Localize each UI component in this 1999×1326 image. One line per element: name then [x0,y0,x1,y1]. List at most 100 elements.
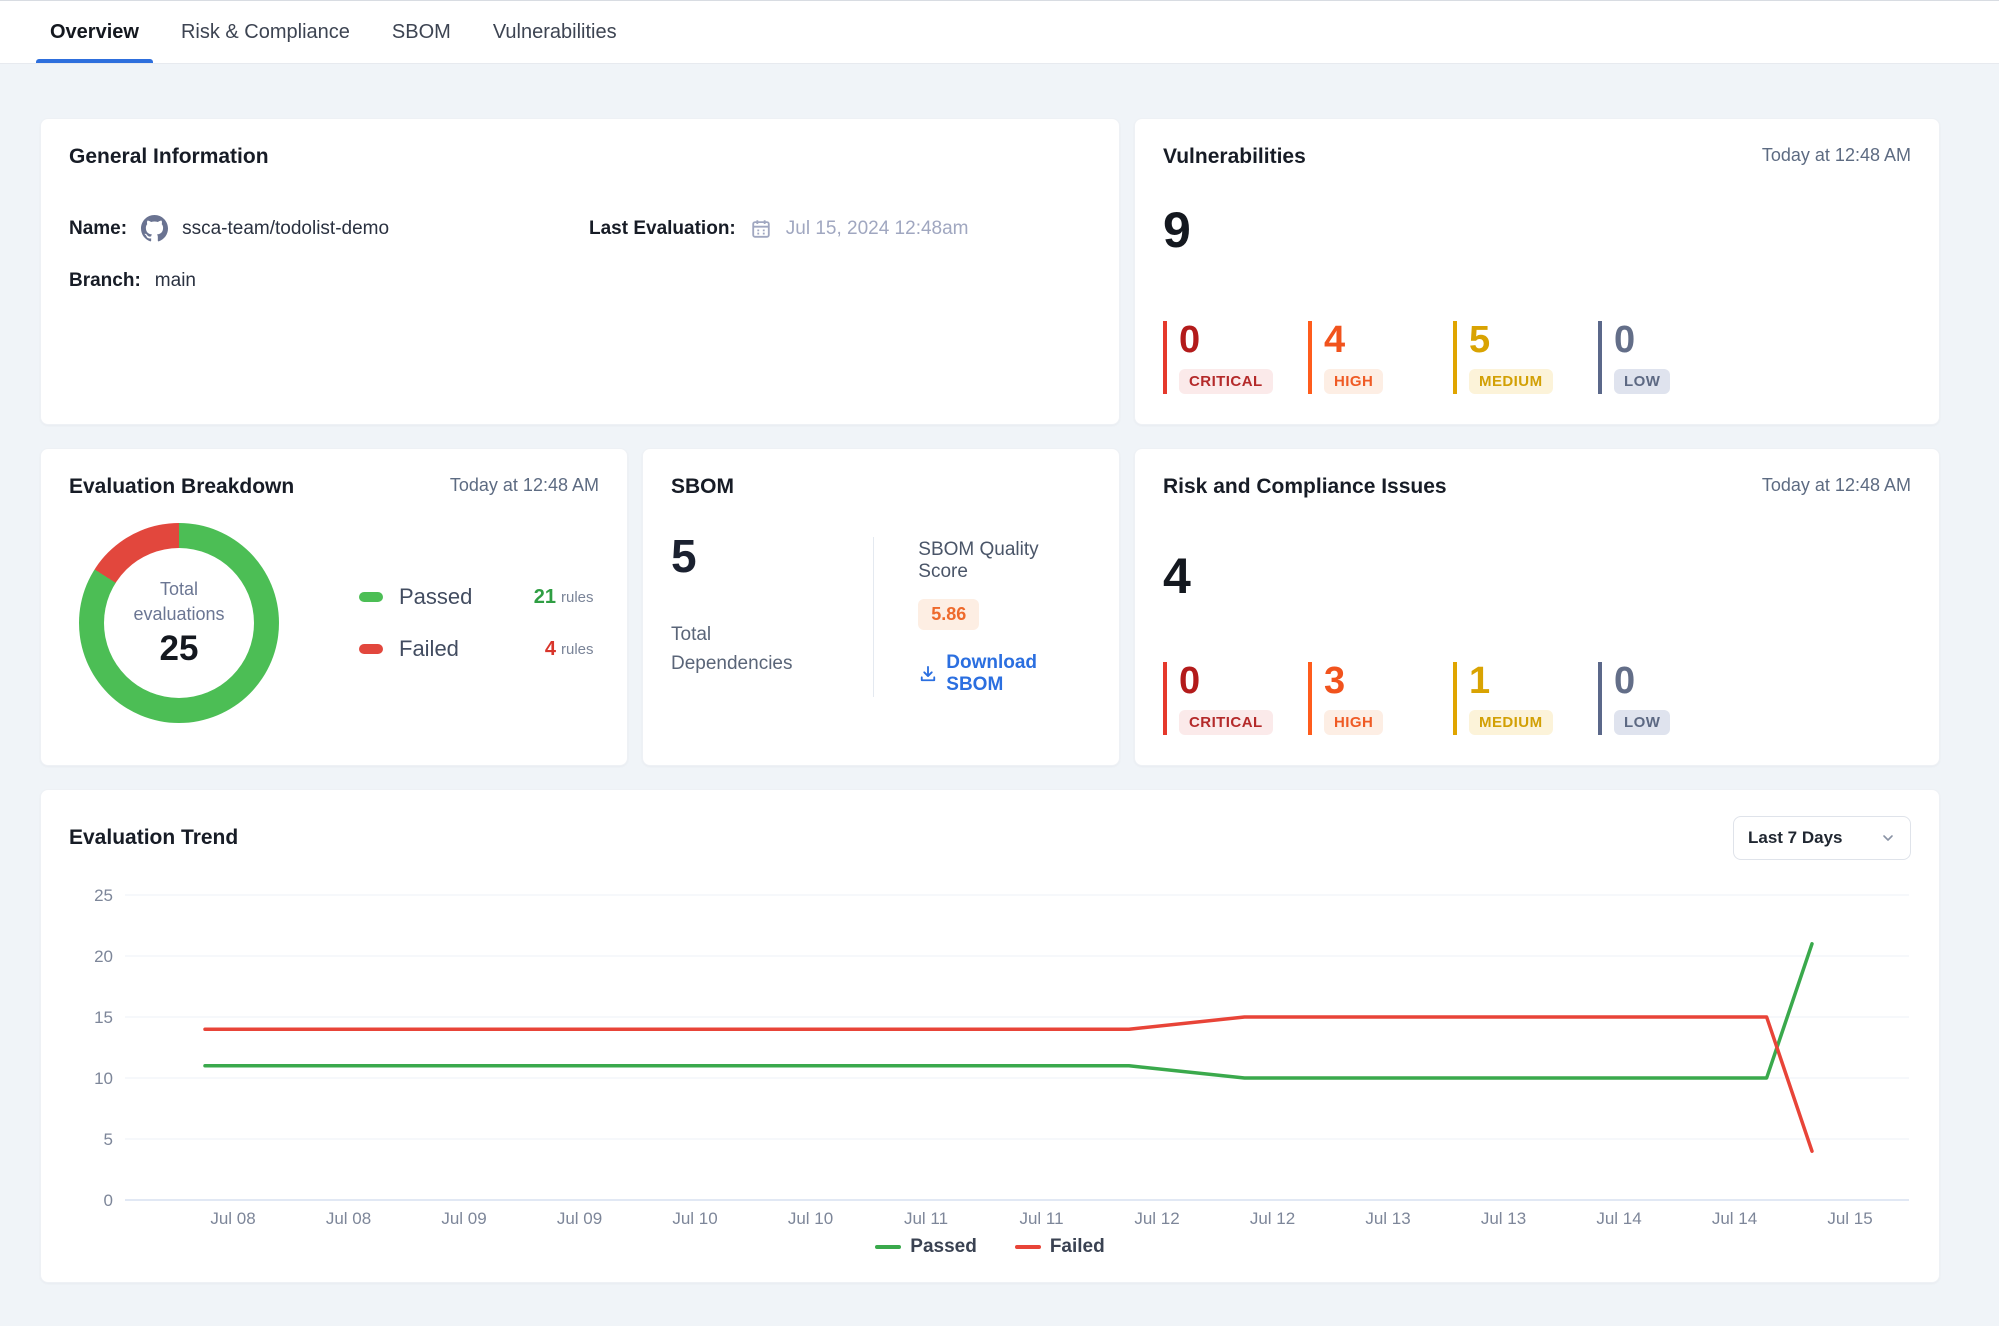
failed-line-icon [1015,1245,1041,1249]
svg-text:10: 10 [94,1069,113,1088]
severity-count: 0 [1179,662,1200,702]
svg-text:0: 0 [104,1191,113,1210]
tab-label: SBOM [392,21,451,44]
severity-badge: LOW [1614,710,1670,735]
legend-row-passed: Passed 21 rules [359,584,599,610]
card-title: Evaluation Trend [69,826,238,850]
tab-label: Risk & Compliance [181,21,350,44]
card-title: Risk and Compliance Issues [1163,475,1447,499]
trend-legend-label: Failed [1050,1236,1105,1258]
trend-legend: Passed Failed [69,1236,1911,1258]
trend-legend-item-passed[interactable]: Passed [875,1236,977,1258]
passed-pill-icon [359,592,383,602]
last-evaluation-label: Last Evaluation: [589,218,736,240]
card-title: Vulnerabilities [1163,145,1306,169]
severity-count: 0 [1614,321,1635,361]
evaluation-breakdown-card: Evaluation Breakdown Today at 12:48 AM T… [40,448,628,766]
sbom-quality-score-badge: 5.86 [918,599,979,630]
severity-medium: 1 MEDIUM [1453,662,1598,735]
trend-line-chart: 0510152025Jul 08Jul 08Jul 09Jul 09Jul 10… [69,872,1913,1234]
severity-badge: HIGH [1324,369,1383,394]
severity-badge: HIGH [1324,710,1383,735]
svg-text:25: 25 [94,886,113,905]
total-dependencies-label: Total Dependencies [671,621,801,678]
risk-compliance-card: Risk and Compliance Issues Today at 12:4… [1134,448,1940,766]
timestamp: Today at 12:48 AM [1762,145,1911,166]
donut-total: 25 [160,629,199,669]
repo-name-row: Name: ssca-team/todolist-demo [69,215,589,242]
severity-row: 0 CRITICAL 4 HIGH 5 MEDIUM 0 LOW [1163,321,1911,394]
download-sbom-link[interactable]: Download SBOM [918,652,1091,696]
svg-text:Jul 08: Jul 08 [326,1209,371,1228]
donut-center-label: Total evaluations [114,577,244,626]
repo-name: ssca-team/todolist-demo [182,218,389,240]
card-title: General Information [69,145,269,169]
evaluation-trend-card: Evaluation Trend Last 7 Days 0510152025J… [40,789,1940,1283]
branch-row: Branch: main [69,270,589,292]
severity-critical: 0 CRITICAL [1163,662,1308,735]
svg-text:5: 5 [104,1130,113,1149]
tab-label: Vulnerabilities [493,21,617,44]
svg-text:Jul 12: Jul 12 [1250,1209,1295,1228]
vulnerabilities-card: Vulnerabilities Today at 12:48 AM 9 0 CR… [1134,118,1940,425]
chevron-down-icon [1880,830,1896,846]
svg-text:Jul 11: Jul 11 [904,1209,948,1228]
severity-count: 1 [1469,662,1490,702]
trend-legend-label: Passed [910,1236,977,1258]
timestamp: Today at 12:48 AM [450,475,599,496]
tab-overview[interactable]: Overview [50,1,139,63]
sbom-quality-score-label: SBOM Quality Score [918,539,1091,583]
svg-text:15: 15 [94,1008,113,1027]
date-range-value: Last 7 Days [1748,828,1843,848]
card-title: SBOM [671,475,734,499]
passed-line-icon [875,1245,901,1249]
severity-count: 3 [1324,662,1345,702]
risk-issues-total: 4 [1163,551,1911,601]
total-dependencies-count: 5 [671,533,873,579]
severity-critical: 0 CRITICAL [1163,321,1308,394]
timestamp: Today at 12:48 AM [1762,475,1911,496]
svg-text:Jul 10: Jul 10 [788,1209,833,1228]
severity-badge: MEDIUM [1469,710,1553,735]
legend-row-failed: Failed 4 rules [359,636,599,662]
legend-label: Passed [399,584,472,610]
date-range-dropdown[interactable]: Last 7 Days [1733,816,1911,860]
svg-text:Jul 12: Jul 12 [1134,1209,1179,1228]
failed-pill-icon [359,644,383,654]
svg-text:Jul 14: Jul 14 [1712,1209,1757,1228]
name-label: Name: [69,218,127,240]
general-information-card: General Information Name: ssca-team/todo… [40,118,1120,425]
severity-badge: LOW [1614,369,1670,394]
severity-row: 0 CRITICAL 3 HIGH 1 MEDIUM 0 LOW [1163,662,1911,735]
tab-vulnerabilities[interactable]: Vulnerabilities [493,1,617,63]
dashboard: General Information Name: ssca-team/todo… [40,118,1940,1283]
severity-count: 0 [1179,321,1200,361]
legend-unit: rules [561,589,599,606]
last-evaluation-row: Last Evaluation: Jul 15, 2024 12:48am [589,215,1091,242]
branch-name: main [155,270,196,292]
svg-text:Jul 15: Jul 15 [1827,1209,1872,1228]
card-title: Evaluation Breakdown [69,475,294,499]
legend-label: Failed [399,636,459,662]
svg-text:Jul 10: Jul 10 [672,1209,717,1228]
svg-text:Jul 14: Jul 14 [1596,1209,1641,1228]
severity-high: 3 HIGH [1308,662,1453,735]
svg-text:Jul 09: Jul 09 [441,1209,486,1228]
severity-count: 4 [1324,321,1345,361]
severity-count: 5 [1469,321,1490,361]
trend-legend-item-failed[interactable]: Failed [1015,1236,1105,1258]
legend-count: 21 [534,586,556,609]
tab-risk-compliance[interactable]: Risk & Compliance [181,1,350,63]
tab-label: Overview [50,21,139,44]
vulnerabilities-total: 9 [1163,205,1911,255]
evaluations-donut-chart: Total evaluations 25 [79,523,279,723]
svg-text:Jul 11: Jul 11 [1019,1209,1063,1228]
tab-sbom[interactable]: SBOM [392,1,451,63]
download-icon [918,664,938,684]
severity-low: 0 LOW [1598,662,1743,735]
github-icon [141,215,168,242]
severity-low: 0 LOW [1598,321,1743,394]
svg-text:Jul 09: Jul 09 [557,1209,602,1228]
svg-text:Jul 13: Jul 13 [1365,1209,1410,1228]
legend-count: 4 [545,638,556,661]
